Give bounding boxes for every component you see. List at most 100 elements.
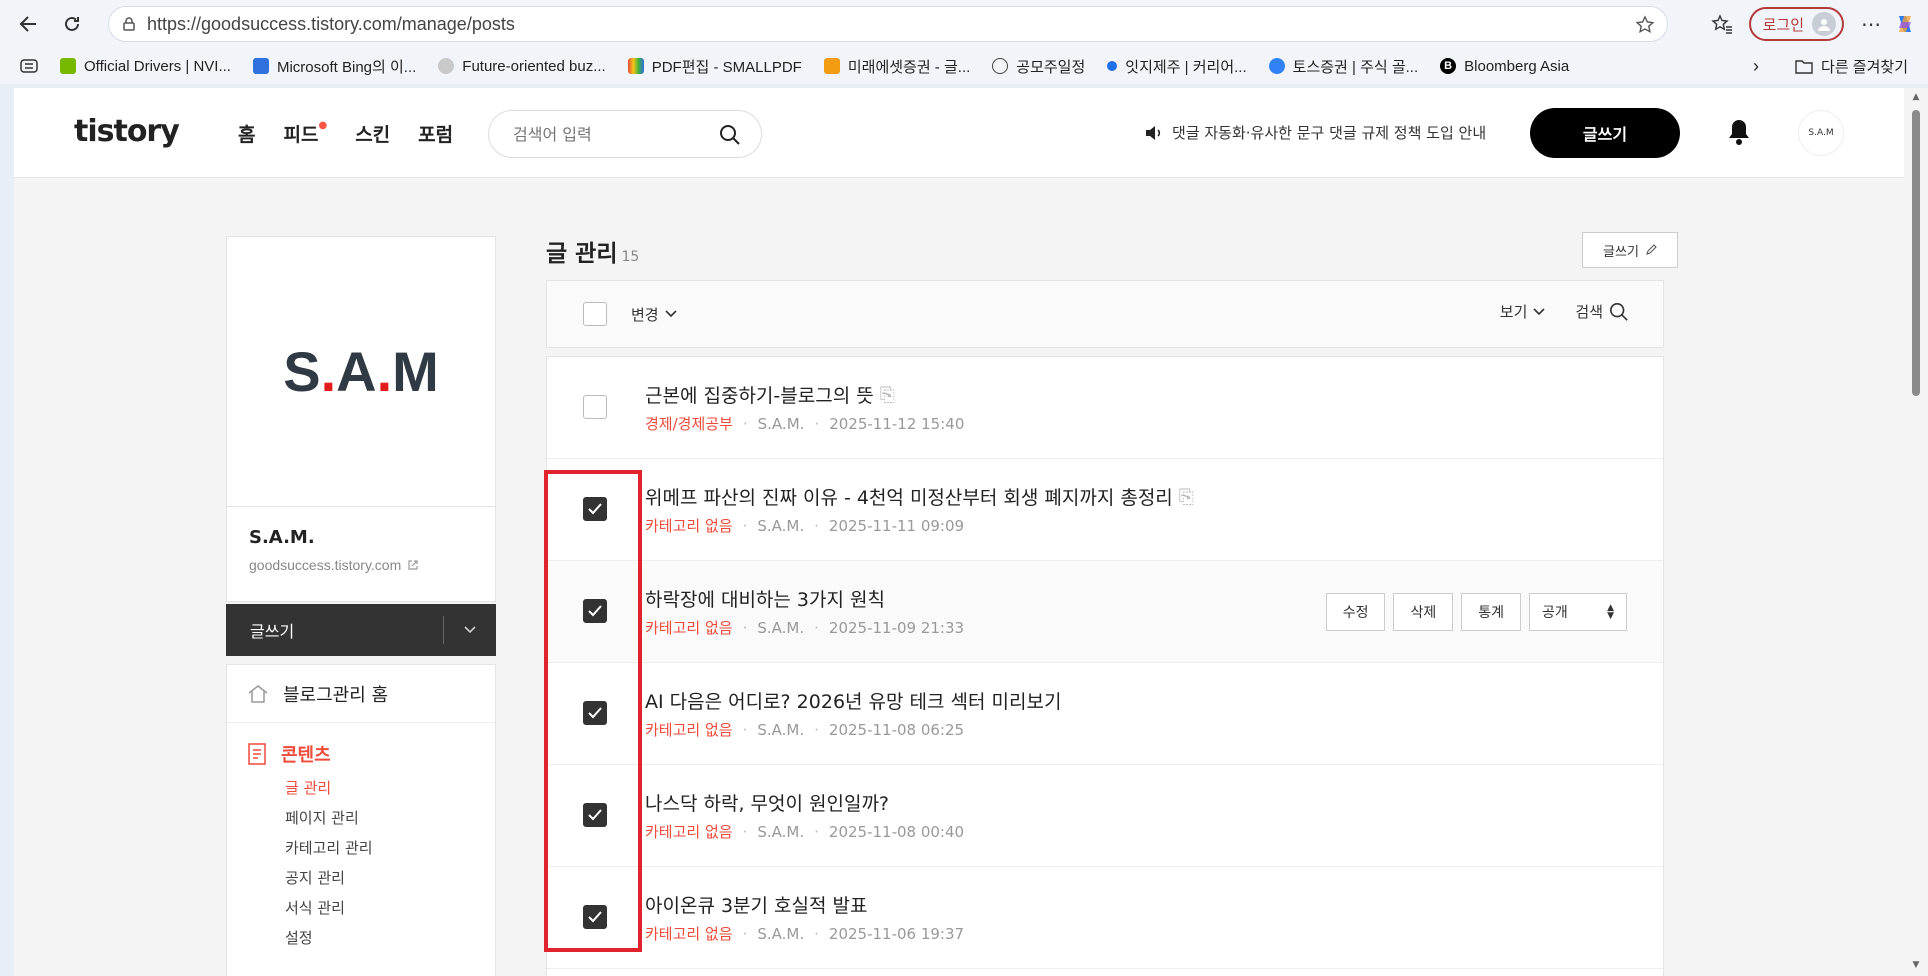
post-date: 2025-11-08 00:40 <box>828 822 965 841</box>
avatar[interactable]: S.A.M <box>1798 110 1844 156</box>
nav-feed[interactable]: 피드● <box>283 120 327 147</box>
meta-separator: · <box>814 924 819 943</box>
page-title: 글 관리 15 <box>546 234 639 268</box>
write-small-button[interactable]: 글쓰기 <box>1582 232 1678 268</box>
view-dropdown[interactable]: 보기 <box>1500 301 1546 322</box>
post-category[interactable]: 경제/경제공부 <box>645 413 733 434</box>
sidebar-item-posts[interactable]: 글 관리 <box>285 773 495 803</box>
post-row[interactable]: AI 다음은 어디로? 2026년 유망 테크 섹터 미리보기 카테고리 없음 ·… <box>547 663 1663 765</box>
chevron-down-icon[interactable] <box>444 626 496 634</box>
bookmark-label: 공모주일정 <box>1016 58 1086 76</box>
other-bookmarks[interactable]: › 다른 즐겨찾기 <box>1753 48 1908 84</box>
login-button[interactable]: 로그인 <box>1748 7 1844 41</box>
nav-home[interactable]: 홈 <box>238 120 255 147</box>
edit-button[interactable]: 수정 <box>1325 593 1386 631</box>
nvidia-icon <box>60 58 76 74</box>
post-category[interactable]: 카테고리 없음 <box>645 617 733 638</box>
check-icon <box>588 503 602 515</box>
bookmark-item[interactable]: 미래에셋증권 - 글... <box>823 56 970 77</box>
attachment-icon: ⎘ <box>1178 485 1194 508</box>
tistory-logo[interactable]: tistory <box>74 114 180 149</box>
bookmark-label: Bloomberg Asia <box>1464 57 1570 75</box>
post-checkbox[interactable] <box>583 803 607 827</box>
post-checkbox[interactable] <box>583 497 607 521</box>
chevron-right-icon[interactable]: › <box>1753 56 1759 77</box>
post-actions: 수정 삭제 통계 공개 ▲ ▼ <box>1325 593 1627 631</box>
nav-forum[interactable]: 포럼 <box>418 120 453 147</box>
sidebar-section-content[interactable]: 콘텐츠 <box>227 741 495 767</box>
refresh-icon[interactable] <box>56 8 88 40</box>
delete-button[interactable]: 삭제 <box>1393 593 1454 631</box>
nav-skin[interactable]: 스킨 <box>355 120 390 147</box>
copilot-icon[interactable] <box>1888 7 1922 41</box>
check-icon <box>588 605 602 617</box>
check-icon <box>588 707 602 719</box>
page-scrollbar[interactable]: ▲ ▼ <box>1904 88 1928 976</box>
post-checkbox[interactable] <box>583 395 607 419</box>
post-checkbox[interactable] <box>583 701 607 725</box>
bookmark-item[interactable]: Official Drivers | NVI... <box>60 58 231 75</box>
sidebar-item-templates[interactable]: 서식 관리 <box>285 893 495 923</box>
search-input[interactable] <box>513 124 713 144</box>
site-info-icon[interactable] <box>121 16 137 32</box>
blog-url-link[interactable]: goodsuccess.tistory.com <box>249 557 419 573</box>
post-checkbox[interactable] <box>583 905 607 929</box>
post-checkbox[interactable] <box>583 599 607 623</box>
post-title[interactable]: 나스닥 하락, 무엇이 원인일까? <box>645 789 889 816</box>
post-row[interactable]: 근본에 집중하기-블로그의 뜻 ⎘ 경제/경제공부 · S.A.M. · 2025-11-… <box>547 357 1663 459</box>
sidebar-toggle-icon[interactable] <box>20 59 38 73</box>
bookmark-label: 잇지제주 | 커리어... <box>1125 58 1247 76</box>
blog-name[interactable]: S.A.M. <box>249 527 315 548</box>
sidebar-item-notices[interactable]: 공지 관리 <box>285 863 495 893</box>
notice-banner[interactable]: 댓글 자동화·유사한 문구 댓글 규제 정책 도입 안내 <box>1144 122 1486 143</box>
sidebar-item-home[interactable]: 블로그관리 홈 <box>227 665 495 723</box>
change-dropdown[interactable]: 변경 <box>631 304 677 325</box>
search-toggle[interactable]: 검색 <box>1575 301 1629 322</box>
sidebar-write-button[interactable]: 글쓰기 <box>226 604 496 656</box>
stats-button[interactable]: 통계 <box>1461 593 1521 631</box>
post-row[interactable]: 나스닥 하락, 무엇이 원인일까? 카테고리 없음 · S.A.M. · 2025-11… <box>547 765 1663 867</box>
sidebar-item-pages[interactable]: 페이지 관리 <box>285 803 495 833</box>
sidebar-item-settings[interactable]: 설정 <box>285 923 495 953</box>
post-title[interactable]: 근본에 집중하기-블로그의 뜻 ⎘ <box>645 381 895 408</box>
favorite-star-icon[interactable] <box>1635 15 1655 35</box>
nav-feed-label: 피드 <box>283 124 319 146</box>
more-icon[interactable]: ⋯ <box>1854 7 1888 41</box>
meta-separator: · <box>814 720 819 739</box>
post-toolbar: 변경 보기 검색 <box>546 280 1664 348</box>
sidebar-item-categories[interactable]: 카테고리 관리 <box>285 833 495 863</box>
scroll-thumb[interactable] <box>1912 110 1920 396</box>
post-row[interactable]: 하락장에 대비하는 3가지 원칙 카테고리 없음 · S.A.M. · 2025-11-… <box>547 561 1663 663</box>
post-category[interactable]: 카테고리 없음 <box>645 515 733 536</box>
blog-logo[interactable]: S.A.M <box>227 237 495 507</box>
select-all-checkbox[interactable] <box>583 302 607 326</box>
search-icon[interactable] <box>719 124 741 146</box>
post-category[interactable]: 카테고리 없음 <box>645 719 733 740</box>
post-category[interactable]: 카테고리 없음 <box>645 923 733 944</box>
post-title-text: AI 다음은 어디로? 2026년 유망 테크 섹터 미리보기 <box>645 691 1062 713</box>
bell-icon[interactable] <box>1726 118 1752 146</box>
post-row[interactable]: 위메프 파산의 진짜 이유 - 4천억 미정산부터 회생 폐지까지 총정리 ⎘ 카… <box>547 459 1663 561</box>
write-button[interactable]: 글쓰기 <box>1530 108 1680 158</box>
bookmark-item[interactable]: Future-oriented buz... <box>438 58 606 75</box>
post-title[interactable]: AI 다음은 어디로? 2026년 유망 테크 섹터 미리보기 <box>645 687 1061 714</box>
bookmark-item[interactable]: 토스증권 | 주식 골... <box>1268 56 1418 77</box>
bookmark-item[interactable]: B Bloomberg Asia <box>1440 58 1569 75</box>
bookmark-label: Microsoft Bing의 이... <box>276 58 417 76</box>
bookmark-item[interactable]: PDF편집 - SMALLPDF <box>627 56 802 77</box>
post-title[interactable]: 아이온큐 3분기 호실적 발표 <box>645 891 868 918</box>
post-row[interactable]: 아이온큐 3분기 호실적 발표 카테고리 없음 · S.A.M. · 2025-11-0… <box>547 867 1663 969</box>
bookmark-item[interactable]: 잇지제주 | 커리어... <box>1107 56 1247 77</box>
back-icon[interactable] <box>12 8 44 40</box>
address-bar[interactable]: https://goodsuccess.tistory.com/manage/p… <box>108 6 1668 42</box>
favorites-icon[interactable] <box>1705 7 1739 41</box>
scroll-down-icon[interactable]: ▼ <box>1910 960 1922 972</box>
bookmark-item[interactable]: 공모주일정 <box>992 56 1085 77</box>
visibility-select[interactable]: 공개 ▲ ▼ <box>1529 593 1627 631</box>
post-title[interactable]: 위메프 파산의 진짜 이유 - 4천억 미정산부터 회생 폐지까지 총정리 ⎘ <box>645 483 1194 510</box>
post-title[interactable]: 하락장에 대비하는 3가지 원칙 <box>645 585 885 612</box>
bookmark-label: Official Drivers | NVI... <box>84 57 231 75</box>
bookmark-item[interactable]: Microsoft Bing의 이... <box>252 56 417 77</box>
post-category[interactable]: 카테고리 없음 <box>645 821 733 842</box>
scroll-up-icon[interactable]: ▲ <box>1910 92 1922 104</box>
